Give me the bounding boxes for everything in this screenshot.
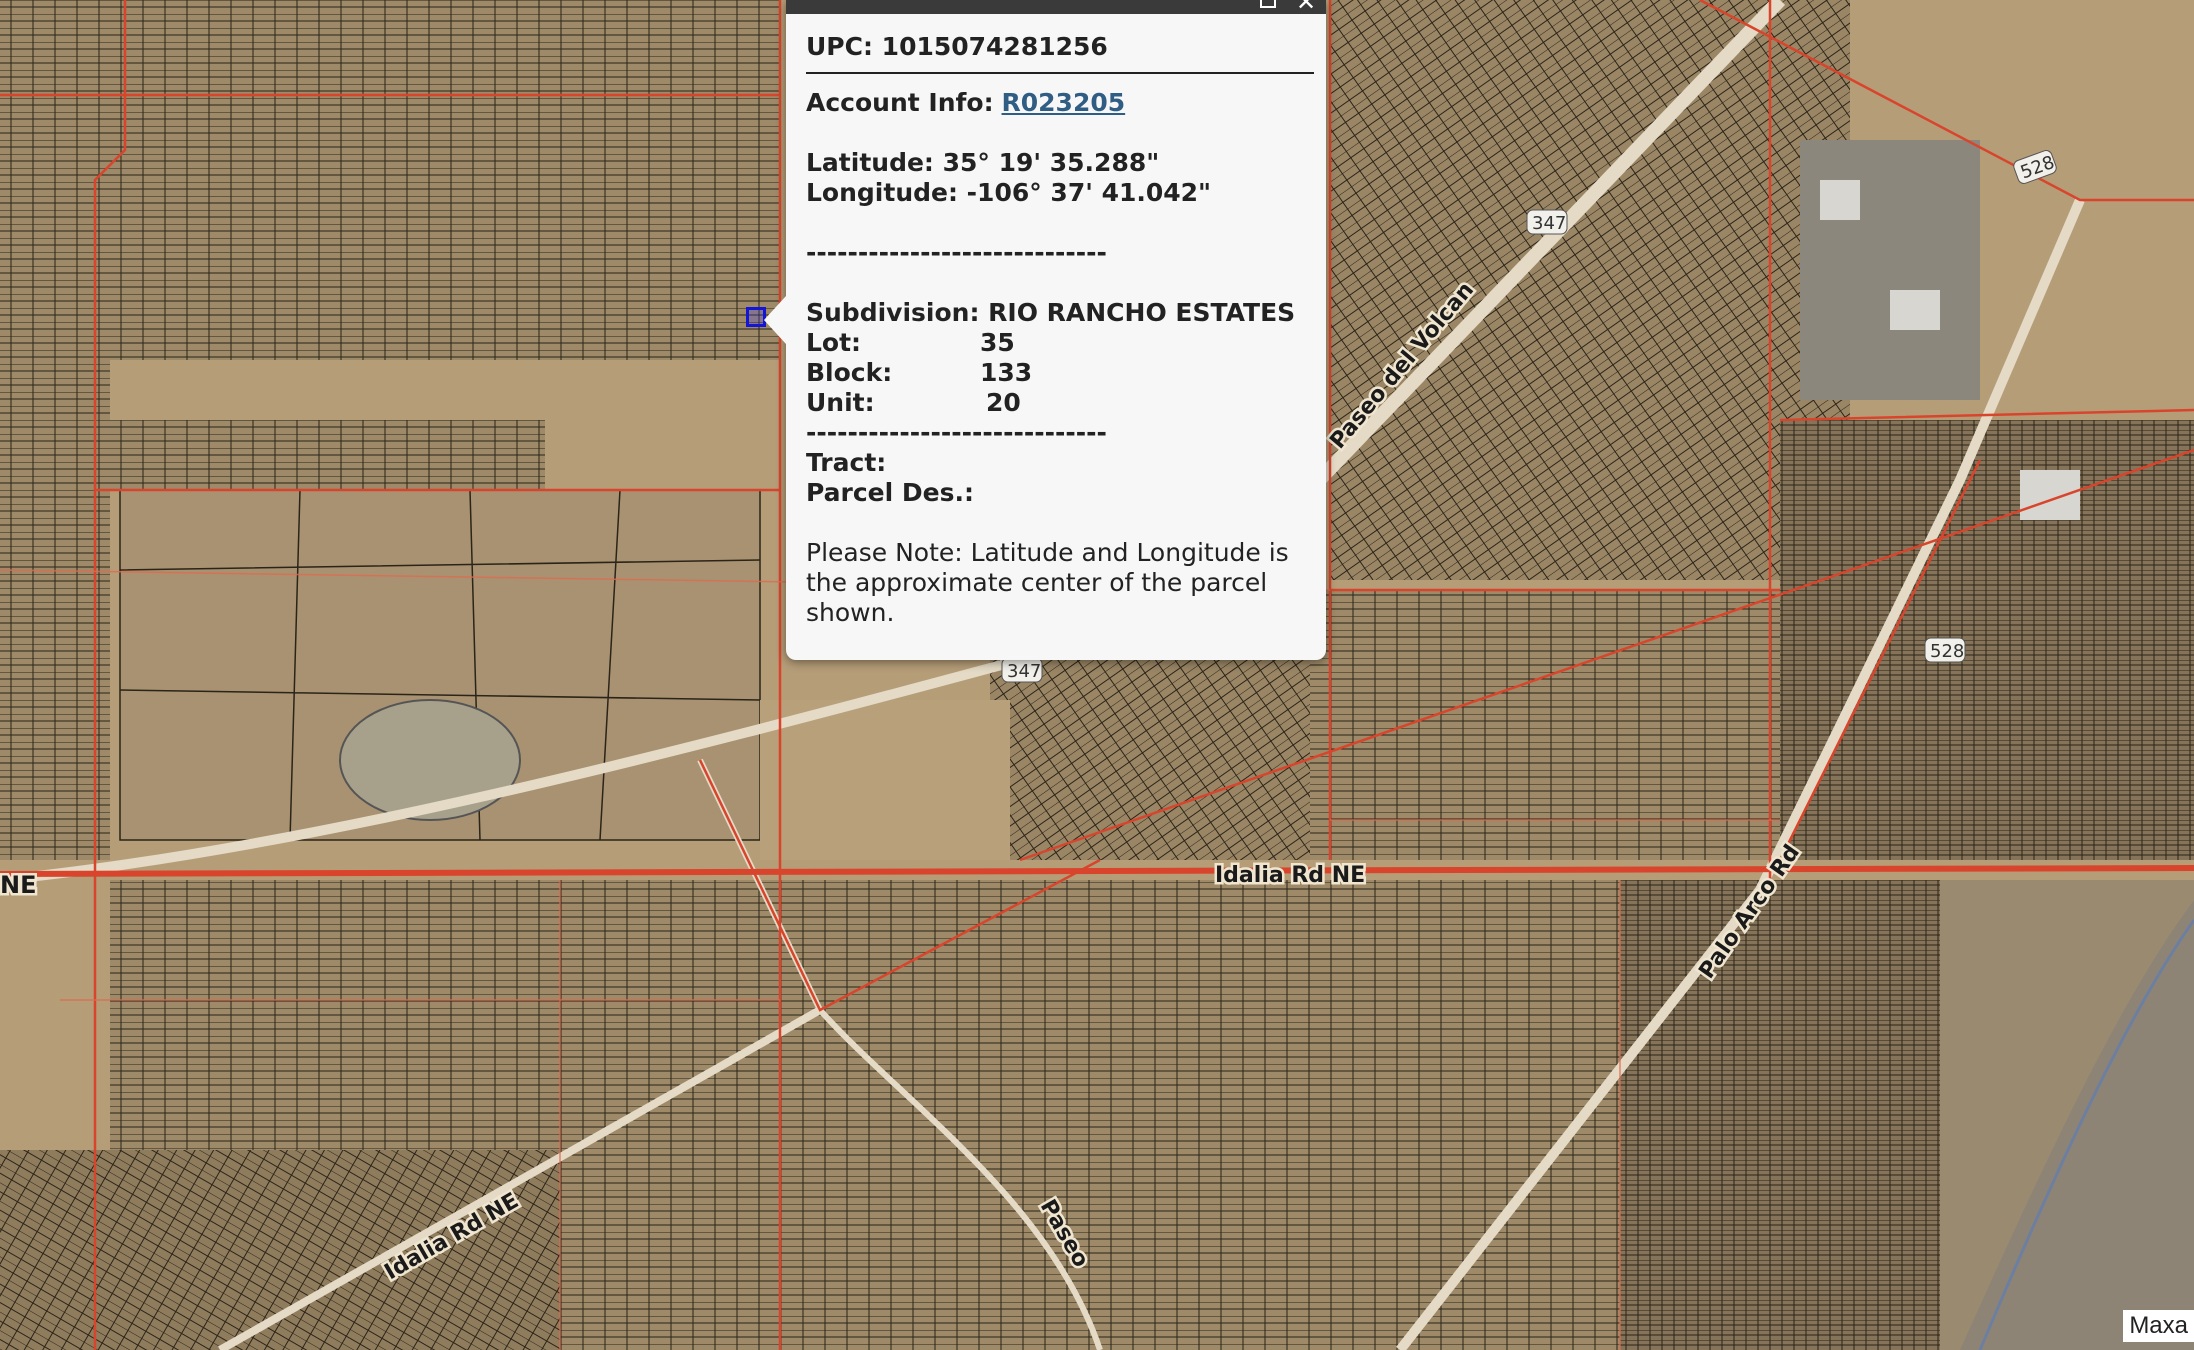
- parcels-upper-right: [1330, 0, 1850, 580]
- account-link[interactable]: R023205: [1002, 88, 1126, 117]
- popup-body: UPC: 1015074281256 Account Info: R023205…: [806, 32, 1314, 628]
- building-1: [1820, 180, 1860, 220]
- account-row: Account Info: R023205: [806, 88, 1314, 118]
- lot-value: 35: [980, 328, 1015, 357]
- building-3: [2020, 470, 2080, 520]
- route-shield-528-right: 528: [1924, 637, 1966, 663]
- unit-value: 20: [986, 388, 1021, 417]
- divider-2: -----------------------------: [806, 418, 1107, 447]
- parcel-des-label: Parcel Des.:: [806, 478, 974, 507]
- lot-label: Lot:: [806, 328, 862, 357]
- parcel-info-popup: ✕ UPC: 1015074281256 Account Info: R0232…: [764, 0, 1326, 660]
- popup-pointer: [764, 296, 786, 344]
- coordinates-note: Please Note: Latitude and Longitude is t…: [806, 538, 1289, 627]
- selected-parcel-marker[interactable]: [746, 307, 766, 327]
- svg-text:347: 347: [1532, 213, 1566, 234]
- building-2: [1890, 290, 1940, 330]
- svg-text:347: 347: [1007, 661, 1041, 682]
- road-label-left: NE: [0, 871, 36, 899]
- account-label: Account Info:: [806, 88, 994, 117]
- tract-label: Tract:: [806, 448, 887, 477]
- parcels-upper-left: [0, 0, 780, 360]
- maximize-icon[interactable]: [1260, 0, 1276, 8]
- block-row: Block: 133: [806, 358, 1314, 388]
- parcels-far-right: [1780, 420, 2194, 860]
- map-attribution: Maxa: [2123, 1310, 2194, 1342]
- lot-row: Lot: 35: [806, 328, 1314, 358]
- popup-title-bar: ✕: [786, 0, 1326, 14]
- divider-1: -----------------------------: [806, 238, 1107, 267]
- svg-text:528: 528: [1930, 641, 1964, 662]
- longitude-text: Longitude: -106° 37' 41.042": [806, 178, 1212, 207]
- unit-label: Unit:: [806, 388, 875, 417]
- parcels-left-strip: [0, 360, 110, 860]
- parcels-lower-right: [1620, 880, 1950, 1350]
- subdivision-text: Subdivision: RIO RANCHO ESTATES: [806, 298, 1296, 327]
- road-label-center: Idalia Rd NE: [1215, 863, 1365, 888]
- block-value: 133: [980, 358, 1033, 387]
- sports-complex: [339, 699, 521, 821]
- route-shield-347-middle: 347: [1001, 657, 1043, 683]
- block-label: Block:: [806, 358, 893, 387]
- parcels-row-strip: [95, 420, 545, 490]
- upc-text: UPC: 1015074281256: [806, 32, 1314, 74]
- route-shield-347-upper: 347: [1526, 209, 1568, 235]
- unit-row: Unit: 20: [806, 388, 1314, 418]
- industrial-area: [1800, 140, 1980, 400]
- latitude-text: Latitude: 35° 19' 35.288": [806, 148, 1160, 177]
- close-icon[interactable]: ✕: [1296, 0, 1316, 14]
